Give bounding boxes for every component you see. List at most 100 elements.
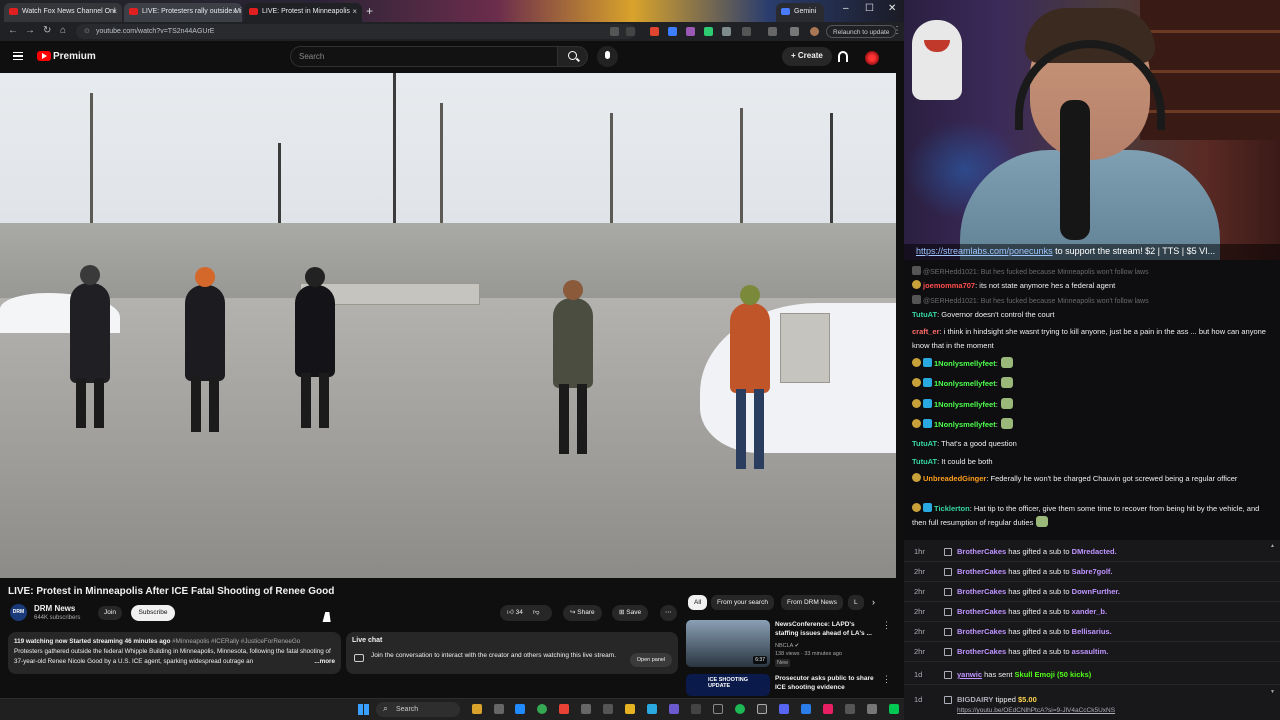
search-input[interactable]: Search xyxy=(290,46,558,67)
chip-all[interactable]: All xyxy=(688,595,708,610)
chat-username[interactable]: 1Nonlysmellyfeet xyxy=(934,379,996,388)
event-user[interactable]: BrotherCakes xyxy=(957,627,1006,636)
hashtags[interactable]: #Minneapolis #ICERally #JusticeForReneeG… xyxy=(170,638,300,645)
event-target[interactable]: xander_b. xyxy=(1072,607,1107,616)
taskbar-app-icon[interactable] xyxy=(581,704,591,714)
search-button[interactable] xyxy=(558,46,588,67)
close-tab-icon[interactable]: × xyxy=(232,7,237,16)
video-player[interactable] xyxy=(0,73,896,578)
like-dislike-button[interactable]: 👍︎ 34 👎︎ xyxy=(500,605,552,621)
create-button[interactable]: + Create xyxy=(782,47,832,66)
chat-username[interactable]: TutuAT xyxy=(912,310,937,319)
browser-tab[interactable]: LIVE: Protesters rally outside Mi × xyxy=(124,3,242,22)
chat-username[interactable]: 1Nonlysmellyfeet xyxy=(934,359,996,368)
event-user[interactable]: BrotherCakes xyxy=(957,547,1006,556)
more-options-icon[interactable]: ⋮ xyxy=(882,620,891,631)
chrome-icon[interactable] xyxy=(537,704,547,714)
event-target[interactable]: DownFurther. xyxy=(1072,587,1120,596)
discord-icon[interactable] xyxy=(779,704,789,714)
scroll-up-icon[interactable]: ▲ xyxy=(1270,543,1275,549)
event-user[interactable]: BrotherCakes xyxy=(957,647,1006,656)
close-window-icon[interactable]: ✕ xyxy=(888,3,896,14)
open-panel-button[interactable]: Open panel xyxy=(630,653,672,667)
recommendation-title[interactable]: Prosecutor asks public to share ICE shoo… xyxy=(775,674,875,692)
video-thumbnail[interactable]: 6:37 xyxy=(686,620,770,667)
extension-icon[interactable] xyxy=(686,27,695,36)
chat-username[interactable]: TutuAT xyxy=(912,457,937,466)
more-link[interactable]: ...more xyxy=(314,657,335,667)
account-avatar[interactable] xyxy=(865,51,879,65)
recommendation-item[interactable]: ICE SHOOTING UPDATE Prosecutor asks publ… xyxy=(686,674,891,696)
chip-from-your-search[interactable]: From your search xyxy=(711,595,774,610)
taskbar-app-icon[interactable] xyxy=(603,704,613,714)
chat-username[interactable]: Ticklerton xyxy=(934,504,970,513)
chat-username[interactable]: 1Nonlysmellyfeet xyxy=(934,420,996,429)
close-tab-icon[interactable]: × xyxy=(112,7,117,16)
extension-icon[interactable] xyxy=(668,27,677,36)
extensions-puzzle-icon[interactable] xyxy=(742,27,751,36)
event-user[interactable]: BIGDAIRY xyxy=(957,695,993,704)
windows-start-icon[interactable] xyxy=(358,704,369,715)
chip-from-drm-news[interactable]: From DRM News xyxy=(781,595,843,610)
minimize-icon[interactable]: – xyxy=(843,3,849,14)
event-target[interactable]: assaultim. xyxy=(1072,647,1109,656)
thumbs-down-icon[interactable]: 👎︎ xyxy=(533,609,540,616)
event-target[interactable]: Bellisarius. xyxy=(1072,627,1112,636)
taskbar-search[interactable]: Search xyxy=(376,702,460,717)
close-tab-icon[interactable]: × xyxy=(352,7,357,16)
file-explorer-icon[interactable] xyxy=(625,704,635,714)
taskbar-app-icon[interactable] xyxy=(691,704,701,714)
forward-icon[interactable]: → xyxy=(25,25,35,36)
bookmark-star-icon[interactable] xyxy=(626,27,635,36)
share-button[interactable]: ↪ Share xyxy=(563,605,602,621)
browser-tab-active[interactable]: LIVE: Protest in Minneapolis × xyxy=(244,3,362,22)
taskbar-app-icon[interactable] xyxy=(669,704,679,714)
thumbs-up-icon[interactable]: 👍︎ xyxy=(507,609,516,616)
youtube-logo-icon[interactable] xyxy=(37,51,51,61)
site-info-icon[interactable]: ⊙ xyxy=(84,27,90,35)
event-target[interactable]: Sabre7golf. xyxy=(1072,567,1113,576)
reload-icon[interactable]: ↻ xyxy=(43,25,51,36)
extension-icon[interactable] xyxy=(704,27,713,36)
chat-username[interactable]: TutuAT xyxy=(912,439,937,448)
chevron-right-icon[interactable]: › xyxy=(872,597,875,607)
taskbar-app-icon[interactable] xyxy=(757,704,767,714)
more-actions-icon[interactable]: ⋯ xyxy=(660,605,677,621)
chat-username[interactable]: joemomma707 xyxy=(923,281,975,290)
download-icon[interactable] xyxy=(790,27,799,36)
sidebar-icon[interactable] xyxy=(768,27,777,36)
new-tab-icon[interactable]: + xyxy=(366,4,373,18)
profile-avatar-icon[interactable] xyxy=(810,27,819,36)
voice-search-button[interactable] xyxy=(597,46,618,67)
browser-menu-icon[interactable]: ⋮ xyxy=(892,25,902,36)
task-view-icon[interactable] xyxy=(494,704,504,714)
chat-username[interactable]: 1Nonlysmellyfeet xyxy=(934,400,996,409)
chat-username[interactable]: craft_er xyxy=(912,327,940,336)
save-button[interactable]: ⊞ Save xyxy=(612,605,649,621)
event-user[interactable]: BrotherCakes xyxy=(957,567,1006,576)
back-icon[interactable]: ← xyxy=(8,25,18,36)
video-thumbnail[interactable]: ICE SHOOTING UPDATE xyxy=(686,674,770,696)
edge-icon[interactable] xyxy=(515,704,525,714)
event-target[interactable]: DMredacted. xyxy=(1072,547,1117,556)
taskbar-app-icon[interactable] xyxy=(713,704,723,714)
chat-username[interactable]: UnbreadedGinger xyxy=(923,474,986,483)
recommendation-channel[interactable]: NBCLA ✔ xyxy=(775,642,885,650)
browser-tab[interactable]: Watch Fox News Channel Onl × xyxy=(4,3,122,22)
more-options-icon[interactable]: ⋮ xyxy=(882,674,891,685)
event-user[interactable]: BrotherCakes xyxy=(957,607,1006,616)
taskbar-app-icon[interactable] xyxy=(889,704,899,714)
notifications-bell-icon[interactable] xyxy=(838,51,848,62)
extension-icon[interactable] xyxy=(722,27,731,36)
channel-name[interactable]: DRM News xyxy=(34,604,75,613)
taskbar-app-icon[interactable] xyxy=(559,704,569,714)
taskbar-app-icon[interactable] xyxy=(845,704,855,714)
browser-tab[interactable]: Gemini xyxy=(776,3,824,22)
recommendation-item[interactable]: 6:37 NewsConference: LAPD's staffing iss… xyxy=(686,620,891,668)
scroll-down-icon[interactable]: ▼ xyxy=(1270,689,1275,695)
taskbar-app-icon[interactable] xyxy=(801,704,811,714)
maximize-icon[interactable]: ☐ xyxy=(865,3,874,14)
chip-more[interactable]: L xyxy=(848,595,864,610)
home-icon[interactable]: ⌂ xyxy=(60,25,66,36)
recommendation-title[interactable]: NewsConference: LAPD's staffing issues a… xyxy=(775,620,875,638)
